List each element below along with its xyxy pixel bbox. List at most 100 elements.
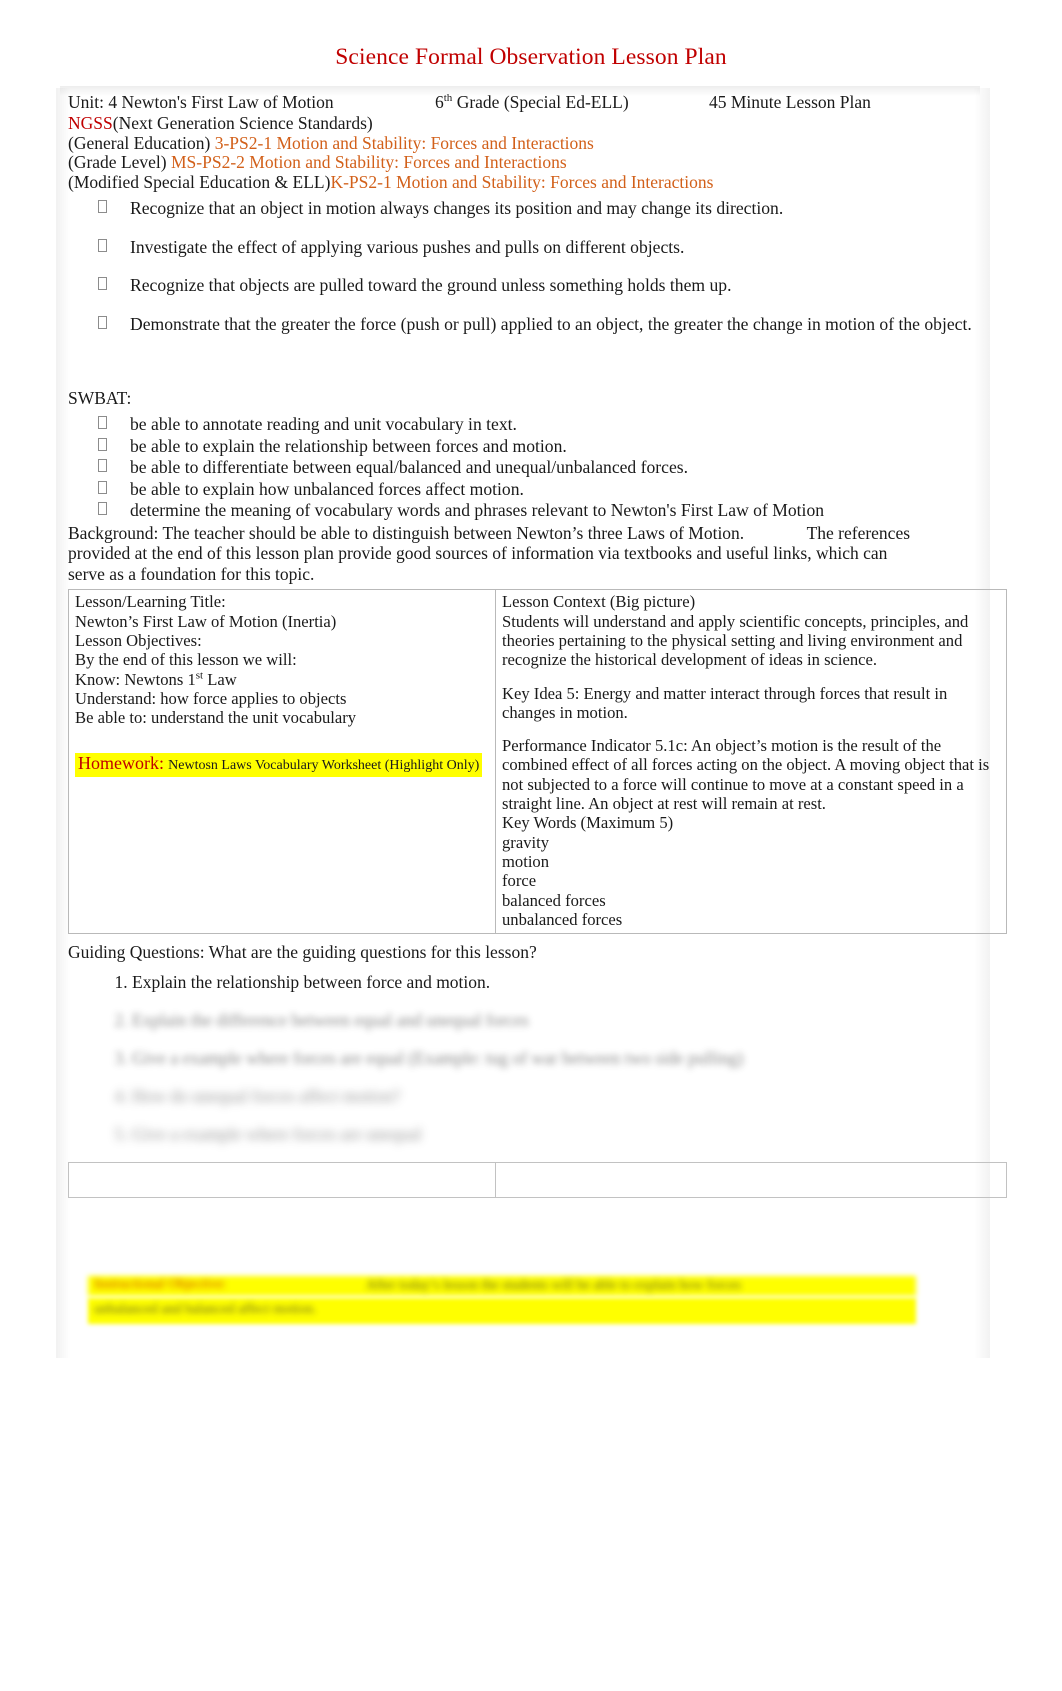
square-bullet-icon (98, 480, 107, 494)
homework-label: Homework: (78, 753, 164, 774)
list-item: Explain the difference between equal and… (132, 1010, 980, 1031)
standard-label-general: (General Education) (68, 132, 215, 153)
objective-know: Know: Newtons 1st Law (75, 670, 489, 689)
list-item-label: determine the meaning of vocabulary word… (130, 500, 825, 521)
standard-row-modified: (Modified Special Education & ELL)K-PS2-… (68, 171, 980, 193)
lesson-context-label: Lesson Context (Big picture) (502, 592, 696, 612)
list-item-label: be able to explain how unbalanced forces… (130, 478, 524, 499)
list-item: Give a example where forces are equal (E… (132, 1048, 980, 1069)
list-item: be able to differentiate between equal/b… (68, 457, 980, 479)
list-item: Give a example where forces are unequal (132, 1124, 980, 1145)
key-idea-text: Key Idea 5: Energy and matter interact t… (502, 683, 948, 722)
background-line-1: Background: The teacher should be able t… (68, 522, 745, 543)
list-item-label: Recognize that an object in motion alway… (130, 198, 784, 219)
standard-code-general: 3-PS2-1 Motion and Stability: Forces and… (214, 132, 594, 153)
key-word-item: unbalanced forces (502, 909, 623, 929)
standard-code-modified: K-PS2-1 Motion and Stability: Forces and… (330, 171, 714, 192)
background-line-2: provided at the end of this lesson plan … (68, 543, 888, 564)
list-item: Recognize that objects are pulled toward… (68, 275, 980, 297)
document-page: Science Formal Observation Lesson Plan U… (0, 0, 1062, 1691)
square-bullet-icon (98, 437, 107, 451)
guiding-questions-heading: Guiding Questions: What are the guiding … (68, 942, 537, 963)
square-bullet-icon (98, 459, 107, 473)
lesson-title-label: Lesson/Learning Title: (75, 592, 226, 612)
key-word-item: gravity (502, 832, 550, 852)
key-word-item: motion (502, 851, 550, 871)
page-title: Science Formal Observation Lesson Plan (335, 44, 727, 70)
objective-know-label: Know: Newtons 1 (75, 669, 196, 689)
objective-know-tail: Law (203, 669, 237, 689)
unit-title: Unit: 4 Newton's First Law of Motion (68, 92, 334, 112)
standard-label-modified: (Modified Special Education & ELL) (68, 171, 331, 192)
list-item-label: be able to differentiate between equal/b… (130, 457, 689, 478)
list-item-label: Investigate the effect of applying vario… (130, 236, 685, 257)
list-item-label: be able to explain the relationship betw… (130, 435, 567, 456)
guiding-question-2: Explain the difference between equal and… (132, 1010, 529, 1031)
document-body: Unit: 4 Newton's First Law of Motion 6th… (68, 88, 1007, 1199)
bottom-table-right-cell (495, 1162, 1007, 1199)
key-word-item: balanced forces (502, 890, 606, 910)
bottom-table (68, 1162, 1007, 1199)
lesson-overview-table: Lesson/Learning Title: Newton’s First La… (68, 589, 1007, 935)
lesson-objectives-intro: By the end of this lesson we will: (75, 650, 297, 670)
list-item: Demonstrate that the greater the force (… (68, 314, 980, 336)
guiding-question-4: How do unequal forces affect motion? (132, 1086, 401, 1107)
list-item: Investigate the effect of applying vario… (68, 237, 980, 259)
homework-highlight: Homework: Newtosn Laws Vocabulary Worksh… (75, 753, 483, 777)
square-bullet-icon (98, 315, 107, 329)
square-bullet-icon (98, 238, 107, 252)
list-item-label: Recognize that objects are pulled toward… (130, 275, 732, 296)
list-item: How do unequal forces affect motion? (132, 1086, 980, 1107)
instructional-objective-line-2: unbalanced and balanced affect motion. (94, 1302, 317, 1317)
homework-value: Newtosn Laws Vocabulary Worksheet (Highl… (168, 758, 480, 774)
standard-row-grade: (Grade Level) MS-PS2-2 Motion and Stabil… (68, 152, 980, 173)
list-item-label: be able to annotate reading and unit voc… (130, 414, 517, 435)
list-item: Explain the relationship between force a… (132, 972, 980, 993)
swbat-list: be able to annotate reading and unit voc… (68, 414, 980, 522)
instructional-objective-line-1: After today’s lesson the students will b… (366, 1278, 742, 1293)
guiding-question-1: Explain the relationship between force a… (132, 972, 491, 993)
swbat-heading: SWBAT: (68, 388, 132, 409)
instructional-objective-highlight: Instructional Objective: After today’s l… (88, 1276, 916, 1324)
objective-know-ordinal: st (195, 669, 204, 682)
guiding-question-5: Give a example where forces are unequal (132, 1124, 422, 1145)
standard-label-grade: (Grade Level) (68, 152, 171, 173)
ngss-line: NGSS(Next Generation Science Standards) (68, 113, 980, 134)
instructional-objective-label: Instructional Objective: (94, 1277, 227, 1292)
guiding-questions-list: Explain the relationship between force a… (68, 972, 980, 1145)
key-words-label: Key Words (Maximum 5) (502, 813, 674, 833)
table-row: Lesson/Learning Title: Newton’s First La… (68, 589, 1007, 935)
background-line-1-tail: The references (806, 522, 911, 543)
ngss-label: NGSS (68, 113, 113, 133)
table-row (68, 1162, 1007, 1199)
lesson-title-cell: Lesson/Learning Title: Newton’s First La… (68, 589, 496, 935)
list-item: Recognize that an object in motion alway… (68, 198, 980, 220)
key-word-item: force (502, 871, 537, 891)
ngss-expansion: (Next Generation Science Standards) (112, 113, 373, 133)
objective-be-able-to: Be able to: understand the unit vocabula… (75, 708, 357, 728)
grade-level: 6th Grade (Special Ed-ELL) (435, 92, 629, 113)
bottom-table-left-cell (68, 1162, 496, 1199)
lesson-objectives-label: Lesson Objectives: (75, 630, 202, 650)
lesson-duration: 45 Minute Lesson Plan (709, 92, 871, 112)
list-item: be able to explain the relationship betw… (68, 436, 980, 458)
standard-code-grade: MS-PS2-2 Motion and Stability: Forces an… (171, 152, 567, 173)
lesson-title-value: Newton’s First Law of Motion (Inertia) (75, 611, 337, 631)
objective-understand: Understand: how force applies to objects (75, 688, 347, 708)
performance-indicator-text: Performance Indicator 5.1c: An object’s … (502, 736, 990, 814)
square-bullet-icon (98, 200, 107, 214)
lesson-meta-row: Unit: 4 Newton's First Law of Motion 6th… (68, 92, 980, 114)
square-bullet-icon (98, 277, 107, 291)
lesson-context-cell: Lesson Context (Big picture) Students wi… (495, 589, 1007, 935)
list-item: be able to annotate reading and unit voc… (68, 414, 980, 436)
list-item: be able to explain how unbalanced forces… (68, 479, 980, 501)
standard-row-general: (General Education) 3-PS2-1 Motion and S… (68, 132, 980, 154)
standards-bullet-list: Recognize that an object in motion alway… (68, 198, 980, 335)
guiding-question-3: Give a example where forces are equal (E… (132, 1048, 744, 1069)
square-bullet-icon (98, 502, 107, 516)
background-paragraph: Background: The teacher should be able t… (68, 523, 980, 585)
lesson-context-text: Students will understand and apply scien… (502, 611, 969, 670)
grade-number: 6 (435, 92, 444, 112)
background-line-3: serve as a foundation for this topic. (68, 563, 315, 584)
square-bullet-icon (98, 416, 107, 430)
